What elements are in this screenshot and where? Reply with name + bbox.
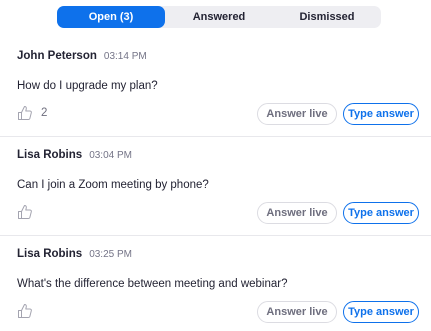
question-time: 03:25 PM: [89, 249, 132, 260]
question-item: Lisa Robins 03:04 PM Can I join a Zoom m…: [0, 137, 431, 236]
question-time: 03:04 PM: [89, 150, 132, 161]
thumbs-up-icon: [17, 303, 33, 319]
type-answer-button[interactable]: Type answer: [343, 202, 419, 224]
question-asker: Lisa Robins 03:04 PM: [17, 149, 132, 161]
question-item: John Peterson 03:14 PM How do I upgrade …: [0, 38, 431, 137]
answer-live-button[interactable]: Answer live: [257, 103, 337, 125]
asker-name: Lisa Robins: [17, 248, 83, 260]
like-button[interactable]: [17, 204, 41, 220]
asker-name: Lisa Robins: [17, 149, 83, 161]
tab-open[interactable]: Open (3): [57, 6, 165, 28]
answer-live-button[interactable]: Answer live: [257, 301, 337, 323]
type-answer-button[interactable]: Type answer: [343, 103, 419, 125]
thumbs-up-icon: [17, 204, 33, 220]
question-asker: Lisa Robins 03:25 PM: [17, 248, 132, 260]
question-time: 03:14 PM: [103, 51, 147, 62]
like-button[interactable]: 2: [17, 105, 47, 121]
question-text: Can I join a Zoom meeting by phone?: [17, 179, 209, 191]
answer-live-button[interactable]: Answer live: [257, 202, 337, 224]
like-count: 2: [41, 107, 48, 119]
question-text: How do I upgrade my plan?: [17, 80, 158, 92]
asker-name: John Peterson: [17, 50, 97, 62]
thumbs-up-icon: [17, 105, 33, 121]
like-button[interactable]: [17, 303, 41, 319]
question-tabs: Open (3) Answered Dismissed: [57, 6, 381, 28]
type-answer-button[interactable]: Type answer: [343, 301, 419, 323]
tab-dismissed[interactable]: Dismissed: [273, 6, 381, 28]
tab-answered[interactable]: Answered: [165, 6, 273, 28]
question-text: What's the difference between meeting an…: [17, 278, 288, 290]
question-item: Lisa Robins 03:25 PM What's the differen…: [0, 236, 431, 331]
question-asker: John Peterson 03:14 PM: [17, 50, 147, 62]
